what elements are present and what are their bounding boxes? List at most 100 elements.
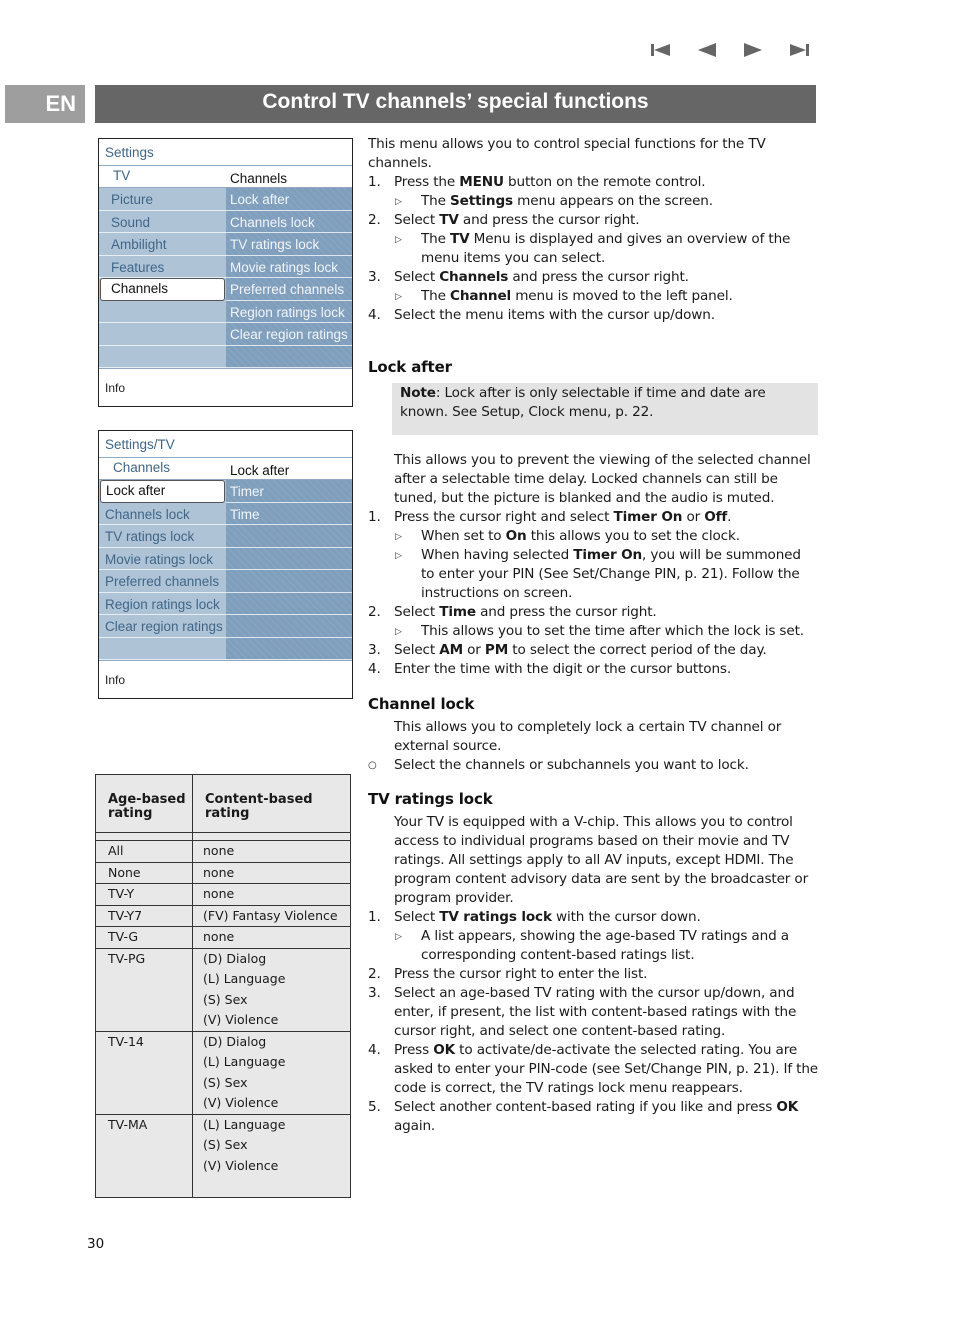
submenu-item-time[interactable]: Time — [226, 503, 352, 525]
menu-item-movie-ratings-lock[interactable]: Movie ratings lock — [99, 548, 226, 570]
menu-item-empty — [99, 323, 226, 346]
submenu-item-region-ratings-lock[interactable]: Region ratings lock — [226, 301, 352, 323]
age-rating-cell: TV-14 — [95, 1030, 193, 1115]
intro-step-4: 4. Select the menu items with the cursor … — [368, 306, 818, 325]
menu-item-region-ratings-lock[interactable]: Region ratings lock — [99, 593, 226, 615]
menu-left-header: Channels — [113, 460, 171, 475]
content-rating: (L) Language — [203, 971, 286, 986]
intro-step-1: 1. Press the MENU button on the remote co… — [368, 173, 818, 192]
age-rating-cell: TV-MA — [95, 1113, 193, 1198]
menu-info-area: Info — [99, 660, 352, 698]
menu-left-panel: Lock after Channels lock TV ratings lock Mo… — [99, 480, 226, 660]
menu-header-row: TV Channels — [99, 166, 352, 188]
tv-ratings-lock-description: Your TV is equipped with a V-chip. This … — [394, 814, 809, 906]
submenu-item-lock-after[interactable]: Lock after — [226, 188, 352, 211]
menu-right-header: Lock after — [230, 463, 290, 478]
menu-rows: Picture Sound Ambilight Features Channels Lo… — [99, 188, 352, 368]
previous-page-button[interactable] — [694, 40, 720, 60]
menu-item-sound[interactable]: Sound — [99, 211, 226, 233]
lock-after-step-2-result: ▷ This allows you to set the time after w… — [368, 622, 818, 641]
result-text: When having selected Timer On, you will … — [421, 547, 801, 601]
menu-item-preferred-channels[interactable]: Preferred channels — [99, 570, 226, 593]
submenu-item-empty — [226, 638, 352, 660]
result-text: This allows you to set the time after wh… — [421, 623, 804, 639]
step-text: Select an age-based TV rating with the c… — [394, 985, 797, 1039]
content-rating: none — [203, 929, 235, 944]
menu-item-empty — [99, 638, 226, 660]
menu-rows: Lock after Channels lock TV ratings lock Mo… — [99, 480, 352, 660]
menu-right-panel: Lock after Channels lock TV ratings lock Mo… — [226, 188, 352, 368]
language-tab: EN — [5, 85, 85, 123]
submenu-item-movie-ratings-lock[interactable]: Movie ratings lock — [226, 256, 352, 278]
channel-lock-heading: Channel lock — [368, 695, 475, 713]
circle-bullet-icon: ○ — [368, 760, 377, 771]
menu-info-area: Info — [99, 368, 352, 406]
next-page-button[interactable] — [740, 40, 766, 60]
tv-ratings-step-3: 3. Select an age-based TV rating with the… — [368, 984, 818, 1041]
skip-forward-icon — [790, 44, 809, 56]
intro-steps: 1. Press the MENU button on the remote co… — [368, 173, 818, 325]
step-number: 4. — [368, 661, 381, 677]
content-rating: (D) Dialog — [203, 950, 267, 966]
table-row: TV-Y none — [95, 883, 351, 906]
triangle-bullet-icon: ▷ — [395, 932, 402, 942]
menu-item-features[interactable]: Features — [99, 256, 226, 278]
submenu-item-channels-lock[interactable]: Channels lock — [226, 211, 352, 233]
submenu-item-clear-region-ratings[interactable]: Clear region ratings — [226, 323, 352, 346]
step-number: 1. — [368, 909, 381, 925]
submenu-item-empty — [226, 548, 352, 570]
lock-after-step-2: 2. Select Time and press the cursor right… — [368, 603, 818, 622]
intro-step-1-result: ▷ The Settings menu appears on the screen… — [368, 192, 818, 211]
last-page-button[interactable] — [786, 40, 812, 60]
triangle-bullet-icon: ▷ — [395, 292, 402, 302]
content-rating: (V) Violence — [203, 1157, 279, 1173]
age-rating-cell: TV-Y — [95, 883, 193, 906]
lock-after-description: This allows you to prevent the viewing o… — [394, 452, 811, 506]
menu-item-lock-after[interactable]: Lock after — [100, 480, 225, 503]
step-number: 1. — [368, 509, 381, 525]
triangle-left-icon — [698, 43, 716, 57]
menu-item-picture[interactable]: Picture — [99, 188, 226, 211]
menu-item-clear-region-ratings[interactable]: Clear region ratings — [99, 615, 226, 638]
menu-header-row: Channels Lock after — [99, 458, 352, 480]
menu-left-panel: Picture Sound Ambilight Features Channels — [99, 188, 226, 368]
menu-item-channels-lock[interactable]: Channels lock — [99, 503, 226, 525]
first-page-button[interactable] — [648, 40, 674, 60]
triangle-bullet-icon: ▷ — [395, 627, 402, 637]
menu-right-panel: Timer Time — [226, 480, 352, 660]
triangle-bullet-icon: ▷ — [395, 532, 402, 542]
content-rating: (V) Violence — [203, 1095, 279, 1110]
submenu-item-empty — [226, 570, 352, 593]
step-number: 3. — [368, 269, 381, 285]
step-text: Select another content-based rating if y… — [394, 1099, 799, 1134]
menu-item-tv-ratings-lock[interactable]: TV ratings lock — [99, 525, 226, 548]
channel-lock-bullet: ○ Select the channels or subchannels you … — [368, 757, 749, 773]
content-rating-cell: (D) Dialog (L) Language (S) Sex (V) Violenc… — [192, 947, 351, 1032]
triangle-bullet-icon: ▷ — [395, 551, 402, 561]
menu-item-ambilight[interactable]: Ambilight — [99, 233, 226, 256]
result-text: A list appears, showing the age-based TV… — [421, 928, 789, 963]
lock-after-steps: 1. Press the cursor right and select Time… — [368, 508, 818, 679]
lock-after-step-1: 1. Press the cursor right and select Time… — [368, 508, 818, 527]
intro-step-2: 2. Select TV and press the cursor right. — [368, 211, 818, 230]
tv-ratings-lock-heading: TV ratings lock — [368, 790, 493, 808]
submenu-item-tv-ratings-lock[interactable]: TV ratings lock — [226, 233, 352, 256]
submenu-item-preferred-channels[interactable]: Preferred channels — [226, 278, 352, 301]
content-rating-cell: (D) Dialog (L) Language (S) Sex (V) Violenc… — [192, 1030, 351, 1115]
step-text: Select TV ratings lock with the cursor d… — [394, 909, 701, 925]
step-text: Press OK to activate/de-activate the sel… — [394, 1042, 818, 1096]
table-row: TV-MA (L) Language (S) Sex (V) Violence — [95, 1113, 351, 1198]
table-row: TV-Y7 (FV) Fantasy Violence — [95, 904, 351, 927]
step-number: 1. — [368, 174, 381, 190]
submenu-item-timer[interactable]: Timer — [226, 480, 352, 503]
content-rating: none — [203, 886, 235, 901]
step-number: 2. — [368, 966, 381, 982]
menu-breadcrumb: Settings — [99, 139, 352, 166]
content-rating: (L) Language — [203, 1054, 286, 1069]
content-rating: (D) Dialog — [203, 1033, 267, 1049]
menu-item-channels[interactable]: Channels — [100, 278, 225, 301]
triangle-bullet-icon: ▷ — [395, 235, 402, 245]
step-number: 4. — [368, 307, 381, 323]
content-rating: (FV) Fantasy Violence — [203, 907, 338, 923]
tv-ratings-step-2: 2. Press the cursor right to enter the li… — [368, 965, 818, 984]
